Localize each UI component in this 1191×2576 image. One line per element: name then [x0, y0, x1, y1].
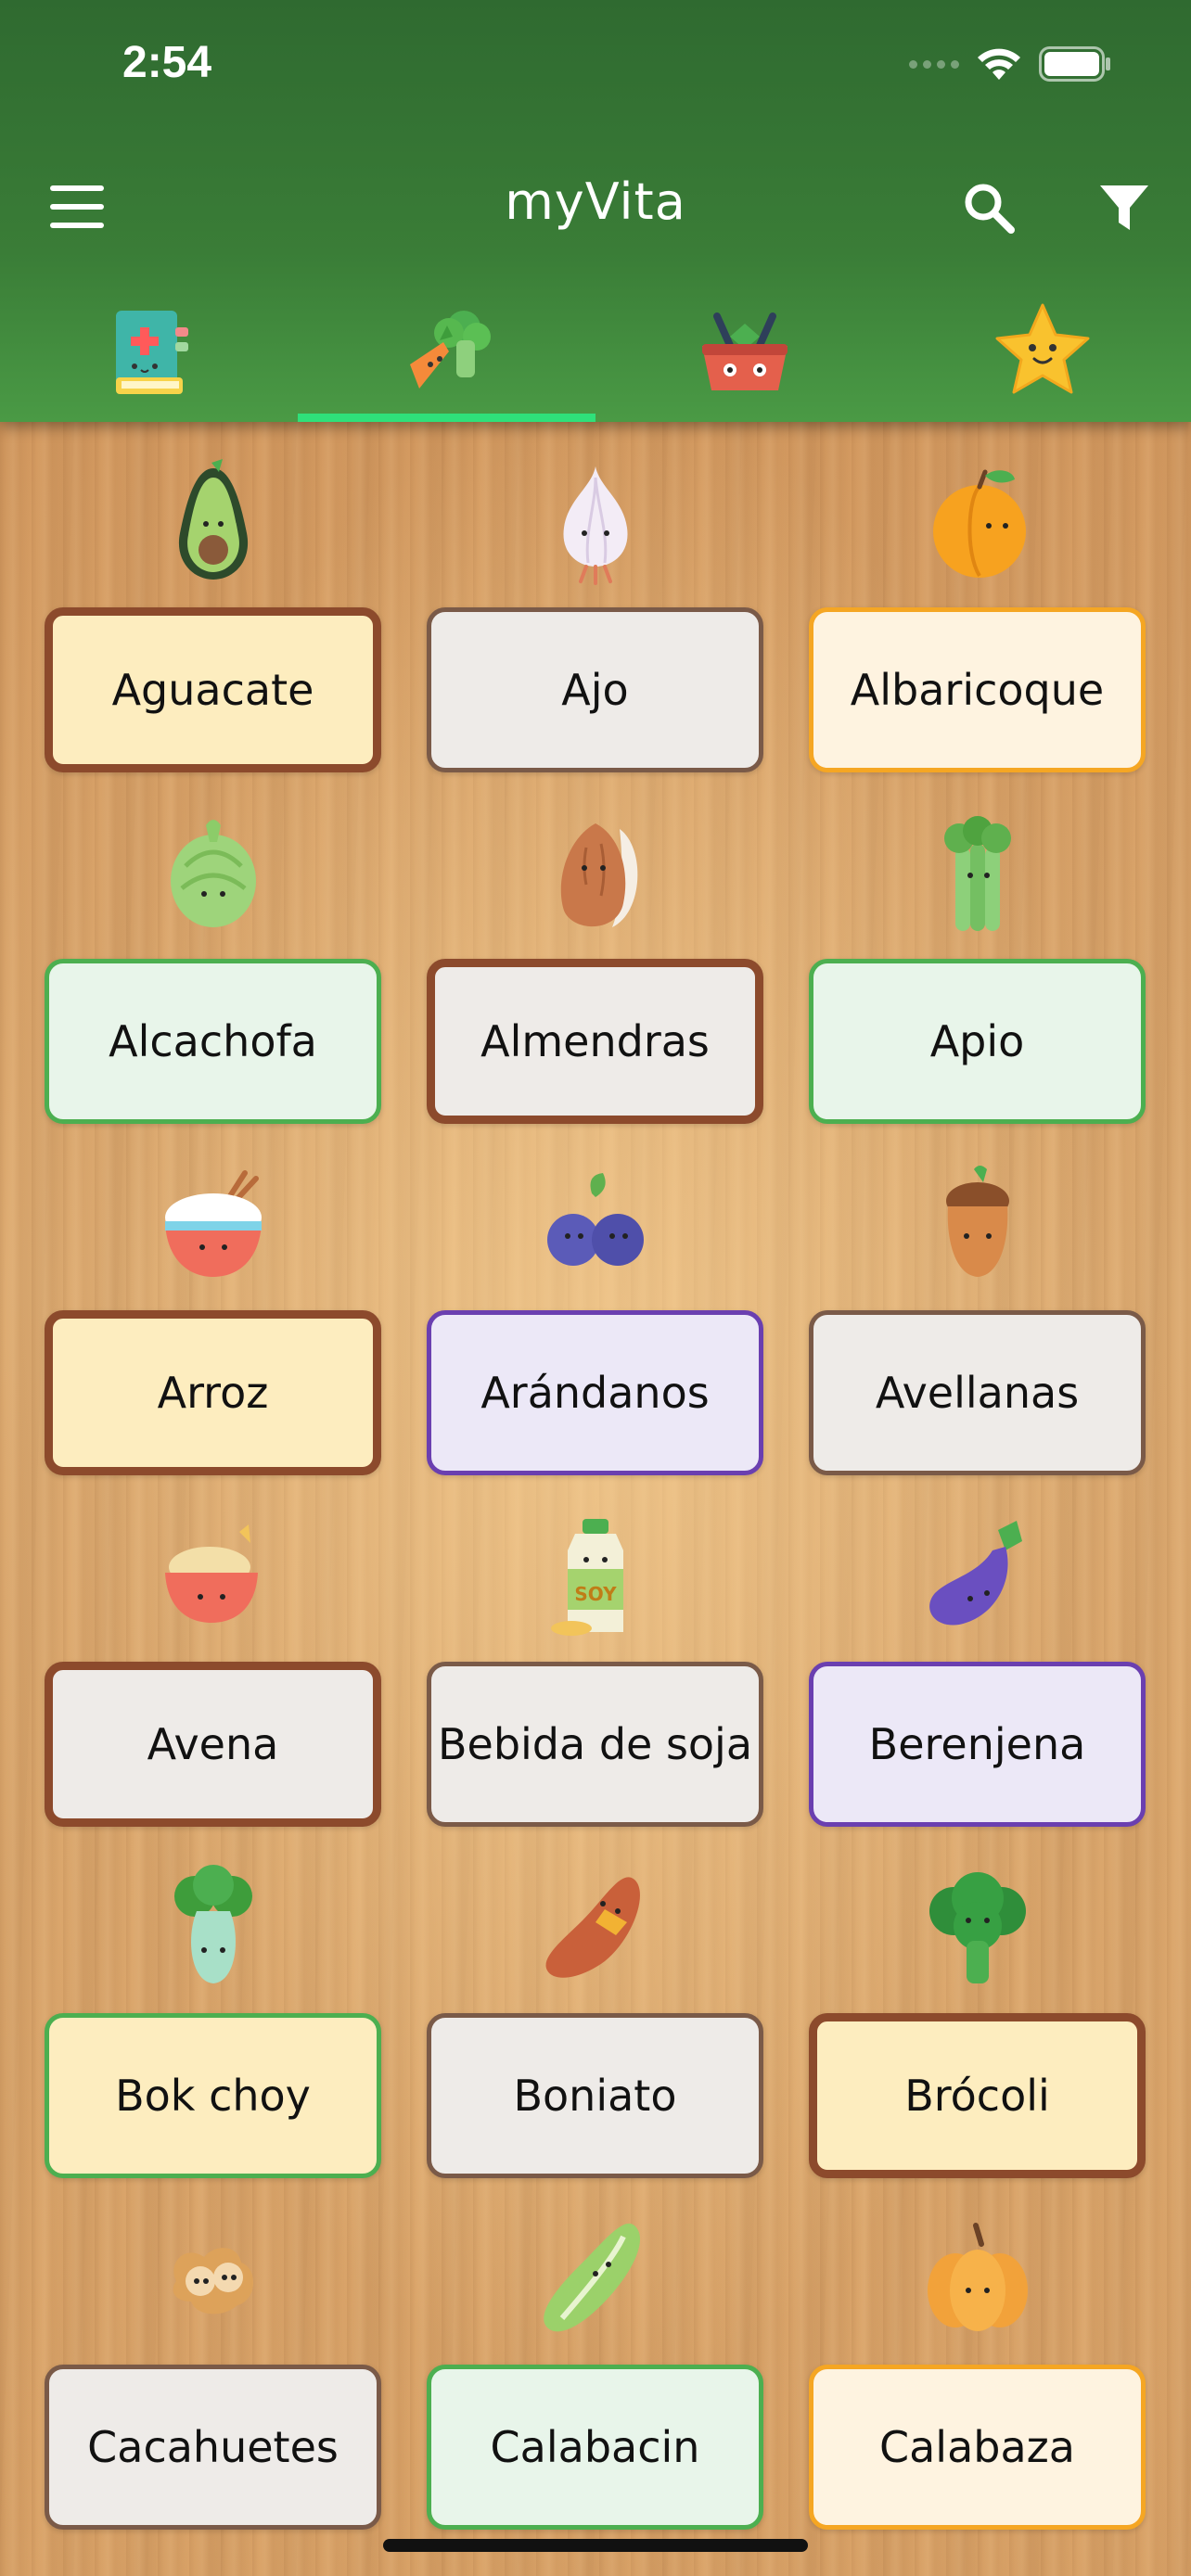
- food-item[interactable]: Berenjena: [809, 1513, 1146, 1865]
- eggplant-icon: [928, 1521, 1022, 1626]
- celery-icon: [943, 816, 1011, 931]
- food-card-bebida-de-soja[interactable]: Bebida de soja: [427, 1662, 763, 1827]
- food-item[interactable]: Albaricoque: [809, 459, 1146, 810]
- food-item[interactable]: Apio: [809, 810, 1146, 1162]
- food-card-calabacin[interactable]: Calabacin: [427, 2365, 763, 2530]
- food-item[interactable]: Arándanos: [427, 1162, 763, 1513]
- food-card-berenjena[interactable]: Berenjena: [809, 1662, 1146, 1827]
- food-card-calabaza[interactable]: Calabaza: [809, 2365, 1146, 2530]
- shopping-basket-icon: [701, 312, 788, 390]
- food-card-avellanas[interactable]: Avellanas: [809, 1310, 1146, 1475]
- tab-shopping[interactable]: [596, 278, 893, 422]
- search-icon[interactable]: [961, 180, 1017, 239]
- food-item[interactable]: Avena: [45, 1513, 381, 1865]
- food-item[interactable]: Cacahuetes: [45, 2216, 381, 2568]
- food-card-brocoli[interactable]: Brócoli: [809, 2013, 1146, 2178]
- bok-choy-icon: [173, 1865, 252, 1983]
- food-card-apio[interactable]: Apio: [809, 959, 1146, 1124]
- soy-label: SOY: [574, 1583, 617, 1605]
- battery-icon: [1039, 46, 1113, 82]
- food-card-ajo[interactable]: Ajo: [427, 607, 763, 772]
- food-card-cacahuetes[interactable]: Cacahuetes: [45, 2365, 381, 2530]
- signal-icon: [909, 59, 959, 69]
- pumpkin-icon: [927, 2223, 1028, 2331]
- food-item[interactable]: Calabaza: [809, 2216, 1146, 2568]
- avocado-icon: [178, 459, 248, 580]
- medical-book-icon: [115, 310, 188, 394]
- food-item[interactable]: Arroz: [45, 1162, 381, 1513]
- food-item[interactable]: Brócoli: [809, 1865, 1146, 2216]
- food-item[interactable]: Alcachofa: [45, 810, 381, 1162]
- food-card-albaricoque[interactable]: Albaricoque: [809, 607, 1146, 772]
- status-indicators: [909, 46, 1113, 82]
- wifi-icon: [976, 46, 1022, 82]
- food-item[interactable]: Bok choy: [45, 1865, 381, 2216]
- tab-favorites[interactable]: [893, 278, 1191, 422]
- tab-health[interactable]: [0, 278, 298, 422]
- vegetables-icon: [409, 310, 491, 389]
- home-indicator[interactable]: [383, 2539, 808, 2552]
- status-time: 2:54: [122, 38, 212, 87]
- food-card-almendras[interactable]: Almendras: [427, 959, 763, 1124]
- oats-bowl-icon: [164, 1524, 258, 1623]
- peanuts-icon: [173, 2248, 253, 2315]
- broccoli-icon: [928, 1872, 1026, 1983]
- food-item[interactable]: Almendras: [427, 810, 763, 1162]
- garlic-icon: [562, 466, 628, 585]
- food-card-bok-choy[interactable]: Bok choy: [45, 2013, 381, 2178]
- artichoke-icon: [170, 820, 256, 927]
- food-item[interactable]: Avellanas: [809, 1162, 1146, 1513]
- star-icon: [995, 303, 1089, 393]
- hazelnut-icon: [945, 1166, 1009, 1277]
- tab-foods[interactable]: [298, 278, 596, 422]
- zucchini-icon: [543, 2223, 640, 2332]
- food-card-alcachofa[interactable]: Alcachofa: [45, 959, 381, 1124]
- food-grid: Aguacate Ajo Albaricoque Alcachofa Almen…: [45, 459, 1146, 2568]
- food-card-avena[interactable]: Avena: [45, 1662, 381, 1827]
- app-header: 2:54 myVita: [0, 0, 1191, 422]
- rice-bowl-icon: [164, 1170, 262, 1277]
- food-item[interactable]: Aguacate: [45, 459, 381, 810]
- food-card-aguacate[interactable]: Aguacate: [45, 607, 381, 772]
- food-card-arandanos[interactable]: Arándanos: [427, 1310, 763, 1475]
- food-card-arroz[interactable]: Arroz: [45, 1310, 381, 1475]
- almond-icon: [560, 823, 637, 927]
- filter-icon[interactable]: [1098, 184, 1150, 237]
- sweet-potato-icon: [545, 1877, 640, 1978]
- soy-drink-icon: SOY: [550, 1519, 623, 1636]
- food-item[interactable]: Boniato: [427, 1865, 763, 2216]
- blueberries-icon: [546, 1173, 644, 1266]
- apricot-icon: [932, 469, 1026, 578]
- food-item[interactable]: Calabacin: [427, 2216, 763, 2568]
- active-tab-indicator: [298, 414, 596, 422]
- food-item[interactable]: Ajo: [427, 459, 763, 810]
- food-item[interactable]: SOY Bebida de soja: [427, 1513, 763, 1865]
- food-card-boniato[interactable]: Boniato: [427, 2013, 763, 2178]
- category-tabs: [0, 278, 1191, 422]
